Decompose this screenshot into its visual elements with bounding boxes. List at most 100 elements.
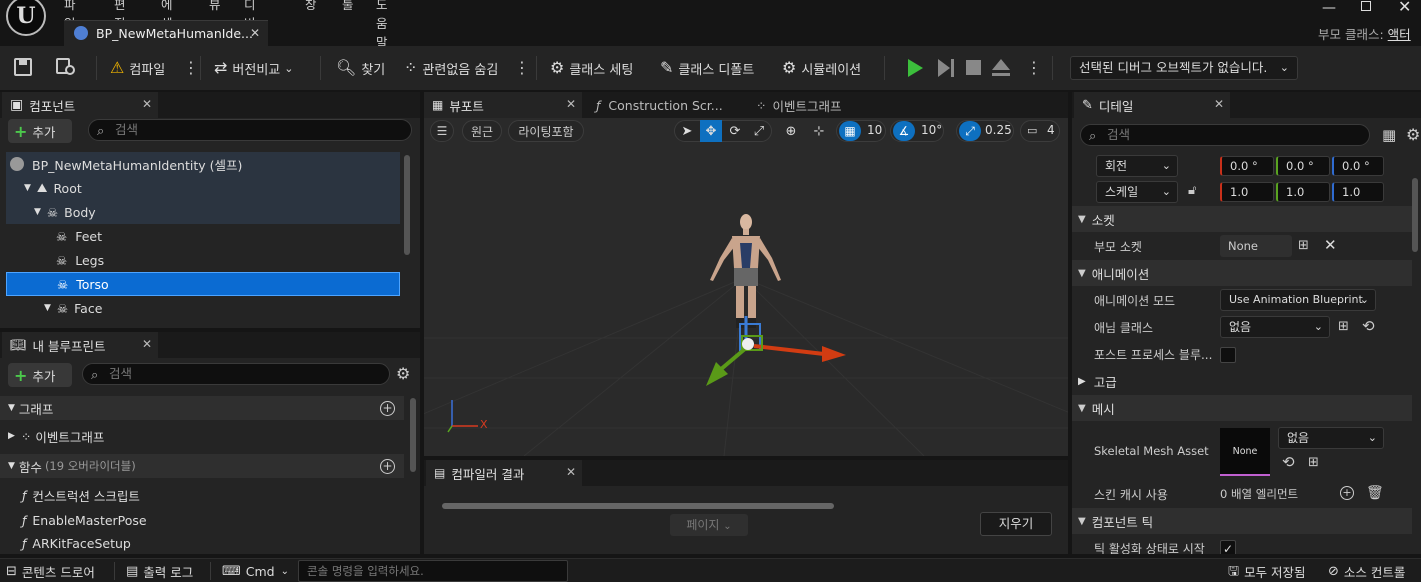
tab-compiler-results[interactable]: ▤ 컴파일러 결과 ✕ [426,460,582,486]
coordinate-space-icon[interactable]: ⊕ [780,120,802,142]
details-settings-icon[interactable]: ⚙ [1406,125,1420,144]
class-settings-button[interactable]: ⚙ 클래스 세팅 [550,56,633,80]
scale-mode-combo[interactable]: 스케일 ⌄ [1096,181,1178,203]
step-icon[interactable] [938,59,956,77]
grid-snap-button[interactable]: ▦ 10 [836,120,886,142]
unlock-icon[interactable]: 🔓︎ [1188,183,1196,198]
functions-section-header[interactable]: ▼ 함수 (19 오버라이더블) [0,454,404,478]
parent-class-link[interactable]: 액터 [1388,27,1411,42]
details-search-input[interactable]: ⌕ 검색 [1080,124,1370,146]
rotation-z-input[interactable]: 0.0 ° [1332,156,1384,176]
minimize-icon[interactable]: — [1322,0,1336,16]
rotation-y-input[interactable]: 0.0 ° [1276,156,1330,176]
select-tool-icon[interactable]: ➤ [676,120,698,142]
play-options-icon[interactable]: ⋮ [1026,58,1042,77]
close-icon[interactable]: ✕ [566,97,576,111]
advanced-section-header[interactable]: ▶ 고급 [1072,369,1412,393]
stop-icon[interactable] [966,60,981,75]
camera-speed-button[interactable]: ▭ 4 [1020,120,1060,142]
console-input[interactable]: 콘솔 명령을 입력하세요. [298,560,568,582]
diff-button[interactable]: ⇄ 버전비교 ⌄ [214,56,293,80]
post-process-checkbox[interactable] [1220,347,1236,363]
animation-section-header[interactable]: ▼ 애니메이션 [1072,260,1412,286]
translate-tool-icon[interactable]: ✥ [700,120,722,142]
browse-anim-class-icon[interactable]: ⊞ [1338,319,1349,334]
scale-snap-button[interactable]: ⤢ 0.25 [956,120,1014,142]
my-blueprint-scrollbar[interactable] [410,398,416,472]
anim-mode-combo[interactable]: Use Animation Blueprint ⌄ [1220,289,1376,311]
browse-socket-icon[interactable]: ⊞ [1298,238,1309,253]
rotate-snap-button[interactable]: ∡ 10° [890,120,944,142]
surface-snap-icon[interactable]: ⊹ [808,120,830,142]
close-tab-icon[interactable]: ✕ [250,26,260,40]
sockets-section-header[interactable]: ▼ 소켓 [1072,206,1412,232]
find-button[interactable]: 🔍︎ 찾기 [336,56,385,80]
document-tab[interactable]: BP_NewMetaHumanIde... ✕ [64,20,268,46]
hide-unrelated-button[interactable]: ⁘ 관련없음 숨김 [404,56,498,80]
close-icon[interactable]: ✕ [566,465,576,479]
add-array-element-icon[interactable]: + [1340,486,1354,500]
source-control-button[interactable]: ⊘ 소스 컨트롤 [1328,560,1405,582]
close-icon[interactable]: ✕ [142,97,152,111]
page-selector[interactable]: 페이지 ⌄ [670,514,748,536]
viewport-menu-button[interactable]: ☰ [430,120,454,142]
debug-object-combo[interactable]: 선택된 디버그 오브젝트가 없습니다. ⌄ [1070,56,1298,80]
scale-y-input[interactable]: 1.0 [1276,182,1330,202]
menu-view[interactable]: 뷰 [209,0,221,13]
close-icon[interactable]: ✕ [142,337,152,351]
reset-mesh-icon[interactable]: ⟲ [1282,453,1295,471]
compile-options-icon[interactable]: ⋮ [183,58,199,77]
content-drawer-button[interactable]: ⊟ 콘텐츠 드로어 [6,560,95,582]
lit-mode-button[interactable]: 라이팅포함 [508,120,584,142]
tree-item[interactable]: ▼ ☠ Body [6,200,400,224]
simulation-button[interactable]: ⚙ 시뮬레이션 [782,56,861,80]
graphs-section-header[interactable]: ▼ 그래프 [0,396,404,420]
maximize-icon[interactable] [1361,1,1371,11]
cmd-selector[interactable]: ⌨ Cmd ⌄ [222,560,289,582]
scale-x-input[interactable]: 1.0 [1220,182,1274,202]
function-item[interactable]: ƒ EnableMasterPose [0,508,404,532]
rotation-mode-combo[interactable]: 회전 ⌄ [1096,155,1178,177]
tab-construction-script[interactable]: ƒ Construction Scr... [588,92,738,118]
tab-components[interactable]: ▣ 컴포넌트 ✕ [2,92,158,118]
skeletal-mesh-thumbnail[interactable]: None [1220,428,1270,476]
tab-event-graph[interactable]: ⁘ 이벤트그래프 [748,92,898,118]
component-tick-section-header[interactable]: ▼ 컴포넌트 틱 [1072,508,1412,534]
transform-gizmo[interactable] [706,316,846,386]
scale-z-input[interactable]: 1.0 [1332,182,1384,202]
compiler-scrollbar[interactable] [442,503,834,509]
scale-tool-icon[interactable]: ⤢ [748,120,770,142]
reset-anim-class-icon[interactable]: ⟲ [1362,317,1375,335]
clear-socket-icon[interactable]: ✕ [1324,236,1337,254]
save-all-button[interactable]: 🖫︎ 모두 저장됨 [1228,560,1306,582]
rotate-tool-icon[interactable]: ⟳ [724,120,746,142]
menu-help[interactable]: 도움말 [376,0,388,51]
clear-button[interactable]: 지우기 [980,512,1052,536]
my-blueprint-search-input[interactable]: ⌕ 검색 [82,363,390,385]
function-item[interactable]: ƒ 컨스트럭션 스크립트 [0,483,404,507]
play-icon[interactable] [908,59,923,77]
viewport-canvas[interactable]: X [424,118,1068,456]
perspective-button[interactable]: 원근 [462,120,502,142]
add-function-icon[interactable]: + [380,459,395,474]
class-defaults-button[interactable]: ✎ 클래스 디폴트 [660,56,754,80]
browse-asset-icon[interactable] [56,58,78,76]
event-graph-item[interactable]: ▶ ⁘ 이벤트그래프 [0,424,404,448]
tree-item[interactable]: ☠ Feet [6,224,400,248]
compile-button[interactable]: ⚠ 컴파일 [110,56,165,80]
property-matrix-icon[interactable]: ▦ [1382,126,1396,144]
parent-socket-field[interactable]: None [1220,235,1292,257]
close-window-icon[interactable]: ✕ [1398,0,1411,16]
tree-item-selected[interactable]: ☠ Torso [6,272,400,296]
tree-item[interactable]: ☠ Legs [6,248,400,272]
tree-item[interactable]: ▼ ☠ Face [6,296,400,320]
output-log-button[interactable]: ▤ 출력 로그 [126,560,193,582]
tick-enabled-checkbox[interactable]: ✓ [1220,540,1236,554]
trash-icon[interactable]: 🗑︎ [1366,485,1384,501]
menu-tools[interactable]: 툴 [342,0,354,13]
tab-my-blueprint[interactable]: 📖︎ 내 블루프린트 ✕ [2,332,158,358]
add-blueprint-item-button[interactable]: + 추가 [8,363,72,387]
tab-details[interactable]: ✎ 디테일 ✕ [1074,92,1230,118]
tree-item[interactable]: ▼ ⛰ Root [6,176,400,200]
add-graph-icon[interactable]: + [380,401,395,416]
